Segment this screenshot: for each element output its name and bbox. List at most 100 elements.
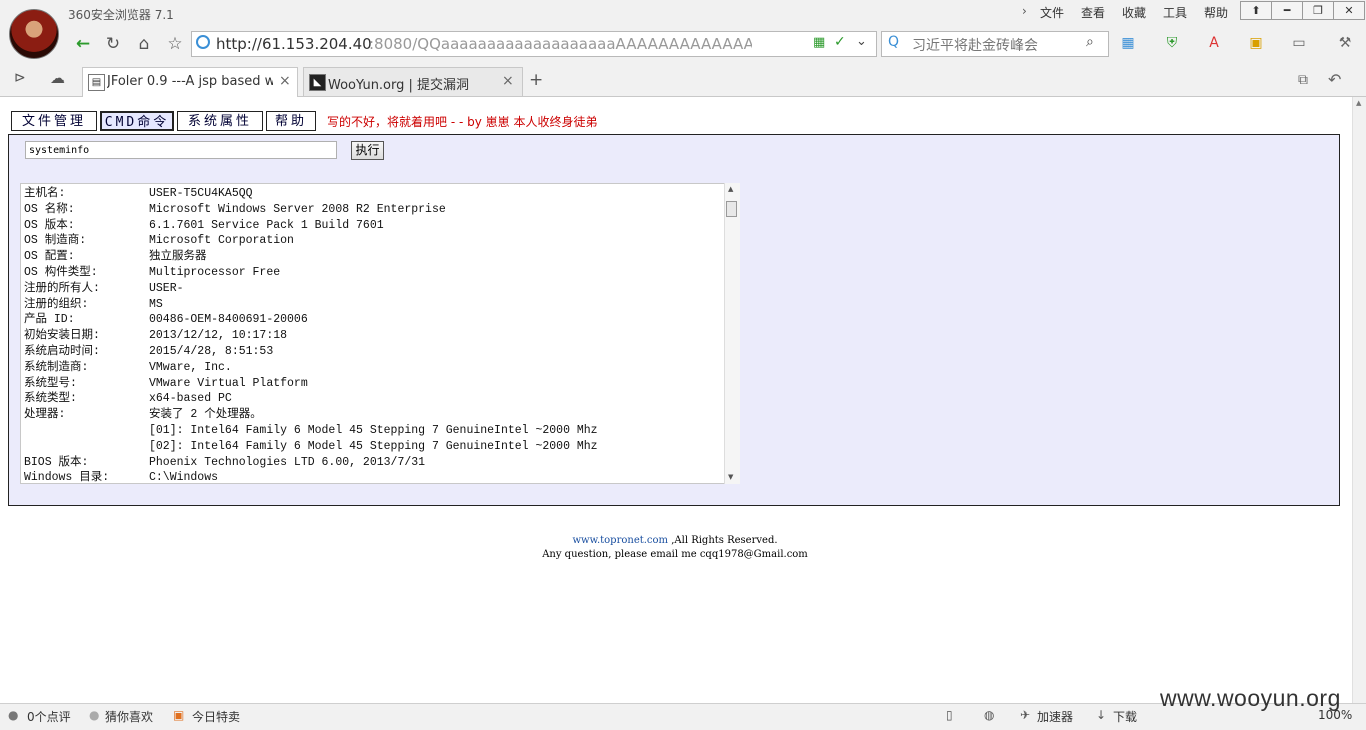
menu-help[interactable]: 帮助: [1204, 4, 1228, 21]
output-value: USER-T5CU4KA5QQ: [149, 187, 253, 200]
refresh-icon[interactable]: ↻: [100, 32, 126, 56]
output-scrollbar[interactable]: ▲ ▼: [724, 183, 740, 484]
output-key: 处理器:: [24, 408, 66, 422]
close-tab-icon[interactable]: ×: [502, 73, 514, 89]
search-box[interactable]: Q 习近平将赴金砖峰会 ⌕: [881, 31, 1109, 57]
cloud-icon[interactable]: ☁: [50, 69, 65, 87]
output-key: 产品 ID:: [24, 313, 75, 327]
output-scroll-thumb[interactable]: [726, 201, 737, 217]
url-path: :8080/QQaaaaaaaaaaaaaaaaaaaAAAAAAAAAAAAA…: [369, 35, 752, 53]
search-engine-icon[interactable]: Q: [888, 34, 899, 50]
minimize-button[interactable]: ━: [1271, 1, 1303, 20]
scroll-up-icon[interactable]: ▲: [1356, 99, 1361, 107]
close-button[interactable]: ✕: [1333, 1, 1365, 20]
menu-view[interactable]: 查看: [1081, 4, 1105, 21]
page-favicon: ▤: [88, 74, 105, 91]
tab-jfoler[interactable]: ▤ JFoler 0.9 ---A jsp based we ×: [82, 67, 298, 97]
menu-tools[interactable]: 工具: [1163, 4, 1187, 21]
output-value: Multiprocessor Free: [149, 266, 281, 279]
maximize-button[interactable]: ❐: [1302, 1, 1334, 20]
undo-close-icon[interactable]: ↶: [1328, 70, 1341, 89]
footer-link[interactable]: www.topronet.com: [572, 535, 668, 546]
lucky-icon[interactable]: ▣: [1246, 33, 1266, 53]
daily-deals[interactable]: 今日特卖: [192, 708, 240, 725]
output-value: [01]: Intel64 Family 6 Model 45 Stepping…: [149, 424, 598, 437]
browser-icon[interactable]: ◍: [984, 708, 994, 722]
gift-icon: ▣: [173, 708, 185, 722]
skin-icon[interactable]: ⬆: [1240, 1, 1272, 20]
output-value: [02]: Intel64 Family 6 Model 45 Stepping…: [149, 439, 598, 453]
search-icon[interactable]: ⌕: [1086, 34, 1094, 50]
system-properties-button[interactable]: 系统属性: [177, 111, 263, 131]
footer-rights: ,All Rights Reserved.: [668, 535, 778, 546]
accelerator-label[interactable]: 加速器: [1037, 708, 1073, 725]
help-button[interactable]: 帮助: [266, 111, 316, 131]
menu-favorites[interactable]: 收藏: [1122, 4, 1146, 21]
output-value: Phoenix Technologies LTD 6.00, 2013/7/31: [149, 455, 426, 469]
home-icon[interactable]: ⌂: [131, 32, 157, 56]
star-icon[interactable]: ☆: [162, 32, 188, 56]
output-value: 6.1.7601 Service Pack 1 Build 7601: [149, 218, 384, 232]
address-bar[interactable]: http://61.153.204.40 :8080/QQaaaaaaaaaaa…: [191, 31, 877, 57]
execute-button[interactable]: 执行: [351, 141, 384, 160]
output-value: Microsoft Corporation: [149, 234, 294, 248]
tab-label: JFoler 0.9 ---A jsp based we: [107, 74, 273, 89]
output-key: OS 制造商:: [24, 234, 87, 248]
output-value: 00486-OEM-8400691-20006: [149, 313, 308, 327]
download-label[interactable]: 下载: [1113, 708, 1137, 725]
qrcode-icon[interactable]: ▦: [813, 35, 825, 50]
page-scrollbar[interactable]: ▲: [1352, 97, 1366, 703]
output-value: Microsoft Windows Server 2008 R2 Enterpr…: [149, 202, 446, 216]
output-key: 系统制造商:: [24, 360, 89, 374]
scroll-up-icon[interactable]: ▲: [728, 185, 733, 193]
download-icon[interactable]: ↓: [1096, 708, 1106, 722]
accelerator-icon[interactable]: ✈: [1020, 708, 1030, 722]
wooyun-favicon: ◣: [309, 74, 326, 91]
menu-file[interactable]: 文件: [1040, 4, 1064, 21]
comment-icon: ●: [8, 708, 19, 722]
user-avatar[interactable]: [9, 9, 59, 59]
file-manager-button[interactable]: 文件管理: [11, 111, 97, 131]
output-value: MS: [149, 297, 163, 311]
command-output[interactable]: 主机名: USER-T5CU4KA5QQ OS 名称: Microsoft Windo…: [20, 183, 739, 484]
output-value: VMware Virtual Platform: [149, 376, 308, 390]
output-key: OS 名称:: [24, 202, 75, 216]
output-key: OS 构件类型:: [24, 266, 98, 279]
output-value: USER-: [149, 281, 184, 295]
comments-count[interactable]: 0个点评: [27, 708, 71, 725]
output-key: 系统启动时间:: [24, 345, 100, 358]
output-key: 系统型号:: [24, 376, 77, 390]
screenshot-icon[interactable]: ▭: [1289, 33, 1309, 53]
scroll-down-icon[interactable]: ▼: [728, 473, 733, 481]
cmd-button[interactable]: CMD命令: [100, 111, 174, 131]
restore-tabs-icon[interactable]: ⧉: [1298, 72, 1308, 88]
slogan-text: 写的不好，将就着用吧 - - by 崽崽 本人收终身徒弟: [327, 115, 598, 129]
output-value: 独立服务器: [149, 250, 207, 264]
search-input[interactable]: 习近平将赴金砖峰会: [912, 35, 1038, 55]
back-icon[interactable]: ←: [70, 32, 96, 56]
output-key: OS 配置:: [24, 250, 75, 264]
command-input[interactable]: [25, 141, 337, 159]
chevron-down-icon[interactable]: ⌄: [856, 34, 867, 49]
tab-label: WooYun.org | 提交漏洞: [328, 78, 470, 93]
extension-icon[interactable]: ⚒: [1335, 33, 1355, 53]
output-value: 2013/12/12, 10:17:18: [149, 329, 288, 343]
chevron-right-icon[interactable]: ›: [1022, 4, 1027, 18]
apps-icon[interactable]: ▦: [1118, 33, 1138, 53]
sidebar-toggle-icon[interactable]: ⊳: [14, 70, 26, 86]
output-key: 注册的所有人:: [24, 281, 100, 295]
globe-icon: [196, 35, 210, 49]
app-title: 360安全浏览器 7.1: [68, 8, 174, 22]
pdf-icon[interactable]: A: [1204, 33, 1224, 53]
output-key: Windows 目录:: [24, 471, 110, 484]
phone-icon[interactable]: ▯: [946, 708, 953, 722]
footer-copyright: www.topronet.com ,All Rights Reserved.: [0, 535, 1350, 546]
speed-icon[interactable]: ✓: [834, 34, 846, 50]
guess-you-like[interactable]: 猜你喜欢: [105, 708, 153, 725]
title-bar: [0, 0, 1366, 28]
shield-icon[interactable]: ⛨: [1162, 33, 1182, 53]
close-tab-icon[interactable]: ×: [279, 73, 291, 89]
new-tab-button[interactable]: +: [529, 70, 543, 90]
output-value: 安装了 2 个处理器。: [149, 408, 262, 422]
tab-wooyun[interactable]: ◣ WooYun.org | 提交漏洞 ×: [303, 67, 523, 96]
